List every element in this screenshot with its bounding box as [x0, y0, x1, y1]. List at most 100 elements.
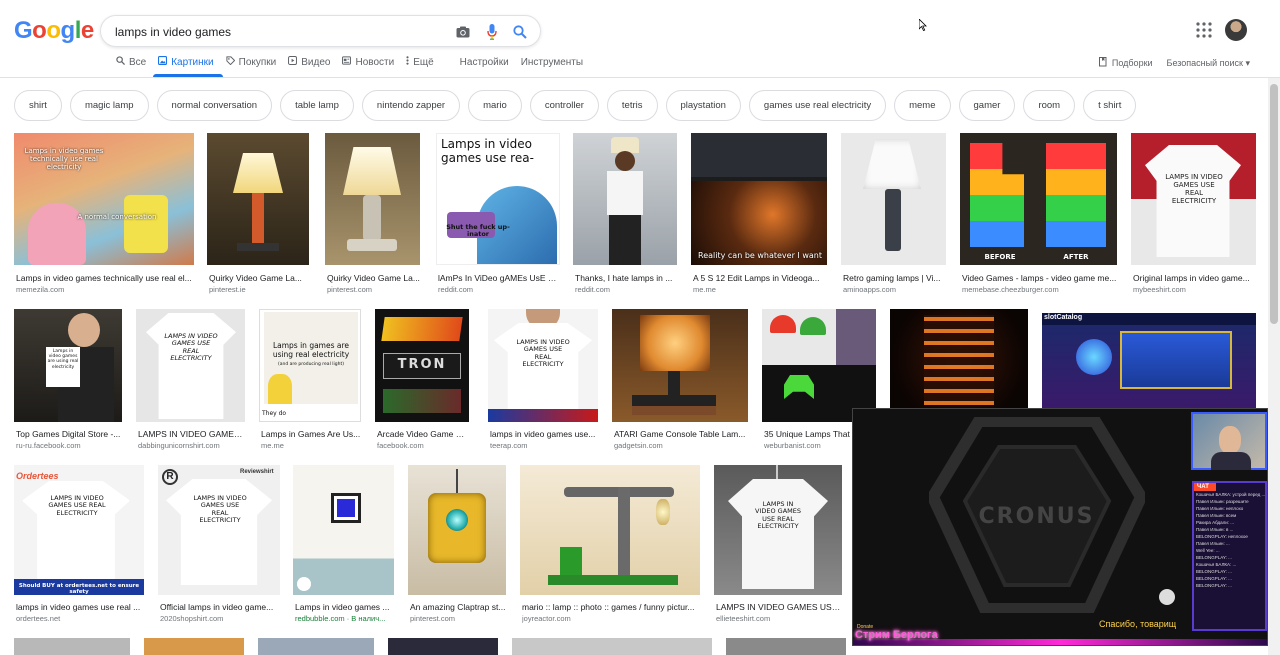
result-title[interactable]: Thanks, I hate lamps in ... [575, 273, 677, 283]
chip[interactable]: controller [529, 90, 599, 121]
tab-all[interactable]: Все [110, 52, 152, 72]
safe-search-toggle[interactable]: Безопасный поиск ▾ [1167, 58, 1250, 69]
result-title[interactable]: Lamps in Games Are Us... [261, 429, 361, 439]
result-thumbnail[interactable] [890, 309, 1028, 408]
result-thumbnail[interactable] [841, 133, 946, 265]
camera-icon[interactable] [454, 23, 472, 41]
result-thumbnail[interactable]: LAMPS IN VIDEO GAMES USE REAL ELECTRICIT… [1131, 133, 1256, 265]
result-title[interactable]: An amazing Claptrap st... [410, 602, 506, 612]
chip[interactable]: games use real electricity [748, 90, 887, 121]
tab-tools[interactable]: Инструменты [515, 52, 589, 72]
tab-more[interactable]: Ещё [400, 52, 439, 72]
result-title[interactable]: Lamps in video games ... [295, 602, 394, 612]
image-result[interactable]: An amazing Claptrap st... pinterest.com [408, 465, 506, 625]
image-result[interactable]: LAMPS IN VIDEO GAMES USE REAL ELECTRICIT… [1131, 133, 1256, 294]
result-thumbnail[interactable]: Lamps in video games are using real elec… [14, 309, 122, 422]
image-result-partial[interactable] [14, 638, 130, 655]
result-title[interactable]: LAMPS IN VIDEO GAMES ... [138, 429, 245, 439]
result-thumbnail[interactable]: Lamps in games are using real electricit… [259, 309, 361, 422]
search-icon[interactable] [511, 23, 529, 41]
image-result[interactable]: Lamps in video games ... redbubble.com ·… [293, 465, 394, 625]
apps-grid-icon[interactable] [1196, 22, 1212, 38]
result-thumbnail[interactable]: LAMPS IN VIDEO GAMES USE REAL ELECTRICIT… [136, 309, 245, 422]
result-thumbnail[interactable] [612, 309, 748, 422]
image-result[interactable]: Lamps in video games use rea- Shut the f… [436, 133, 560, 294]
result-title[interactable]: Quirky Video Game La... [327, 273, 420, 283]
image-result-partial[interactable] [726, 638, 846, 655]
result-title[interactable]: lAmPs In ViDeo gAMEs UsE R... [438, 273, 560, 283]
image-result[interactable]: Thanks, I hate lamps in ... reddit.com [573, 133, 677, 294]
result-title[interactable]: Official lamps in video game... [160, 602, 280, 612]
image-result[interactable]: Lamps in video games technically use rea… [14, 133, 194, 294]
image-result[interactable]: Ordertees LAMPS IN VIDEO GAMES USE REAL … [14, 465, 144, 625]
result-thumbnail[interactable]: TRON [375, 309, 469, 422]
image-result[interactable]: Lamps in games are using real electricit… [259, 309, 361, 451]
image-result[interactable]: Lamps in video games are using real elec… [14, 309, 122, 451]
image-result[interactable]: mario :: lamp :: photo :: games / funny … [520, 465, 700, 625]
result-thumbnail[interactable] [207, 133, 309, 265]
image-result[interactable]: R Reviewshirt LAMPS IN VIDEO GAMES USE R… [158, 465, 280, 625]
result-title[interactable]: lamps in video games use real ... [16, 602, 144, 612]
image-result[interactable] [890, 309, 1028, 409]
chip[interactable]: meme [894, 90, 951, 121]
scrollbar-thumb[interactable] [1270, 84, 1278, 324]
result-title[interactable]: Lamps in video games technically use rea… [16, 273, 194, 283]
result-title[interactable]: Quirky Video Game La... [209, 273, 309, 283]
result-thumbnail[interactable] [573, 133, 677, 265]
mic-icon[interactable] [483, 23, 501, 41]
result-title[interactable]: ATARI Game Console Table Lam... [614, 429, 748, 439]
tab-video[interactable]: Видео [282, 52, 336, 72]
chip[interactable]: gamer [958, 90, 1016, 121]
chip[interactable]: playstation [665, 90, 741, 121]
page-scrollbar[interactable] [1268, 78, 1280, 655]
result-thumbnail[interactable]: Lamps in video games technically use rea… [14, 133, 194, 265]
chip[interactable]: table lamp [280, 90, 354, 121]
result-title[interactable]: A 5 S 12 Edit Lamps in Videoga... [693, 273, 827, 283]
result-thumbnail[interactable] [408, 465, 506, 595]
chip[interactable]: nintendo zapper [361, 90, 461, 121]
result-title[interactable]: Arcade Video Game W... [377, 429, 469, 439]
result-title[interactable]: mario :: lamp :: photo :: games / funny … [522, 602, 700, 612]
image-result-partial[interactable] [144, 638, 244, 655]
result-title[interactable]: Retro gaming lamps | Vi... [843, 273, 946, 283]
image-result[interactable]: Quirky Video Game La... pinterest.com [325, 133, 420, 294]
result-title[interactable]: Original lamps in video game... [1133, 273, 1256, 283]
chip[interactable]: tetris [606, 90, 658, 121]
result-thumbnail[interactable]: slotCatalog [1042, 313, 1256, 408]
image-result[interactable]: Reality can be whatever I want A 5 S 12 … [691, 133, 827, 294]
image-result[interactable]: BEFORE AFTER Video Games - lamps - video… [960, 133, 1117, 294]
tab-images[interactable]: Картинки [152, 52, 219, 72]
chip[interactable]: normal conversation [156, 90, 273, 121]
image-result[interactable]: slotCatalog [1042, 313, 1256, 409]
result-thumbnail[interactable] [325, 133, 420, 265]
result-thumbnail[interactable]: LAMPS IN VIDEO GAMES USE REAL ELECTRICIT… [714, 465, 842, 595]
chip[interactable]: magic lamp [69, 90, 149, 121]
image-result[interactable]: LAMPS IN VIDEO GAMES USE REAL ELECTRICIT… [714, 465, 842, 625]
image-result[interactable]: Retro gaming lamps | Vi... aminoapps.com [841, 133, 946, 294]
chip[interactable]: mario [468, 90, 522, 121]
image-result[interactable]: LAMPS IN VIDEO GAMES USE REAL ELECTRICIT… [488, 309, 598, 451]
result-thumbnail[interactable] [293, 465, 394, 595]
chip[interactable]: room [1023, 90, 1076, 121]
result-thumbnail[interactable]: Lamps in video games use rea- Shut the f… [436, 133, 560, 265]
result-thumbnail[interactable]: BEFORE AFTER [960, 133, 1117, 265]
user-avatar[interactable] [1225, 19, 1247, 41]
result-title[interactable]: Video Games - lamps - video game me... [962, 273, 1117, 283]
result-thumbnail[interactable]: Reality can be whatever I want [691, 133, 827, 265]
result-thumbnail[interactable] [762, 309, 876, 422]
tab-settings[interactable]: Настройки [454, 52, 515, 72]
result-title[interactable]: lamps in video games use... [490, 429, 598, 439]
result-thumbnail[interactable]: R Reviewshirt LAMPS IN VIDEO GAMES USE R… [158, 465, 280, 595]
tab-shopping[interactable]: Покупки [220, 52, 283, 72]
image-result-partial[interactable] [258, 638, 374, 655]
image-result-partial[interactable] [388, 638, 498, 655]
image-result[interactable]: Quirky Video Game La... pinterest.ie [207, 133, 309, 294]
chip[interactable]: shirt [14, 90, 62, 121]
collections-link[interactable]: Подборки [1098, 57, 1153, 69]
search-input[interactable] [115, 22, 435, 42]
image-result-partial[interactable] [512, 638, 712, 655]
image-result[interactable]: LAMPS IN VIDEO GAMES USE REAL ELECTRICIT… [136, 309, 245, 451]
result-title[interactable]: Top Games Digital Store -... [16, 429, 122, 439]
chip[interactable]: t shirt [1083, 90, 1137, 121]
tab-news[interactable]: Новости [336, 52, 400, 72]
